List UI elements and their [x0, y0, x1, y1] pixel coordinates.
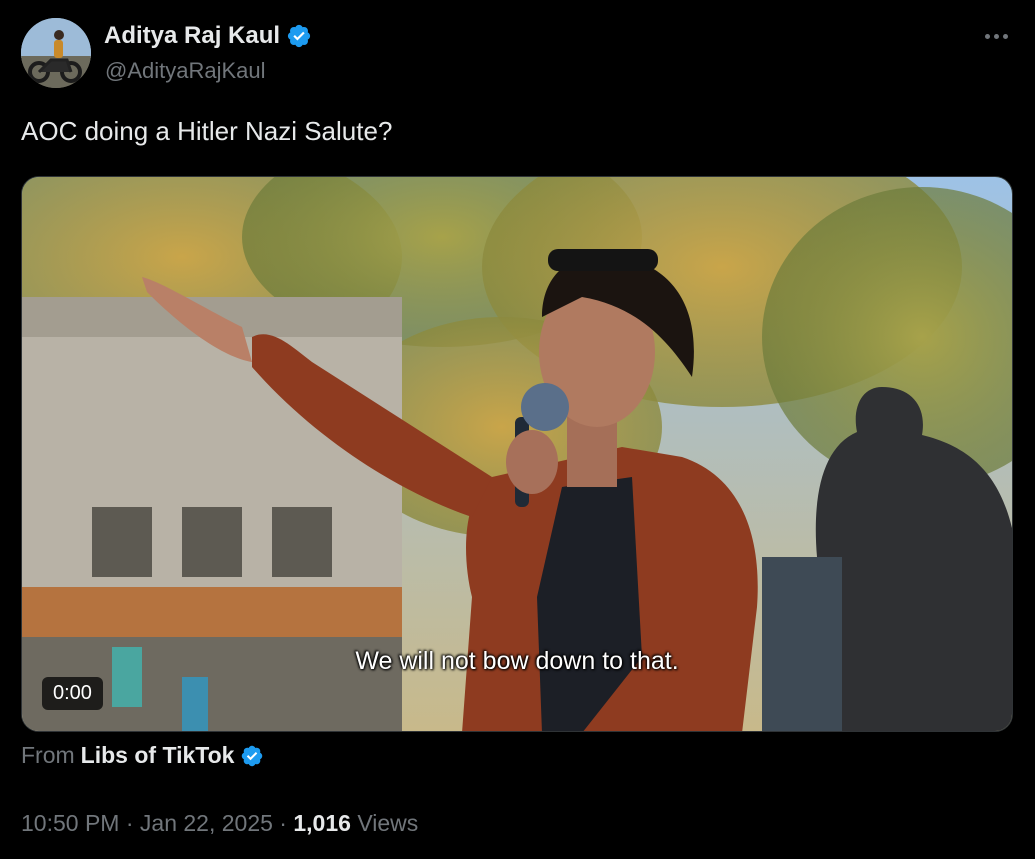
- more-dot: [984, 33, 990, 39]
- more-dot: [1002, 33, 1008, 39]
- verified-badge-icon[interactable]: [240, 744, 264, 768]
- video-timer: 0:00: [42, 677, 103, 710]
- views-count: 1,016: [293, 810, 351, 836]
- meta-separator: ·: [272, 810, 294, 836]
- author-name-row: Aditya Raj Kaul: [104, 22, 312, 50]
- meta-separator: ·: [119, 810, 140, 836]
- tweet-date[interactable]: Jan 22, 2025: [140, 810, 273, 837]
- views-label: Views: [357, 810, 419, 836]
- more-dot: [993, 33, 999, 39]
- verified-badge-icon[interactable]: [286, 23, 312, 49]
- video-caption: We will not bow down to that.: [355, 647, 679, 675]
- avatar-image: [21, 18, 91, 88]
- author-avatar[interactable]: [21, 18, 91, 88]
- tweet-time[interactable]: 10:50 PM: [21, 810, 119, 837]
- source-attribution: From Libs of TikTok: [21, 742, 264, 769]
- video-player[interactable]: We will not bow down to that. 0:00: [21, 176, 1013, 732]
- more-options-icon[interactable]: [979, 24, 1013, 48]
- tweet-text: AOC doing a Hitler Nazi Salute?: [21, 116, 393, 146]
- author-display-name[interactable]: Aditya Raj Kaul: [104, 22, 280, 50]
- tweet-meta: 10:50 PM · Jan 22, 2025 · 1,016 Views: [21, 810, 418, 837]
- from-label: From: [21, 742, 75, 768]
- source-account-link[interactable]: Libs of TikTok: [81, 742, 235, 769]
- author-handle[interactable]: @AdityaRajKaul: [105, 58, 266, 84]
